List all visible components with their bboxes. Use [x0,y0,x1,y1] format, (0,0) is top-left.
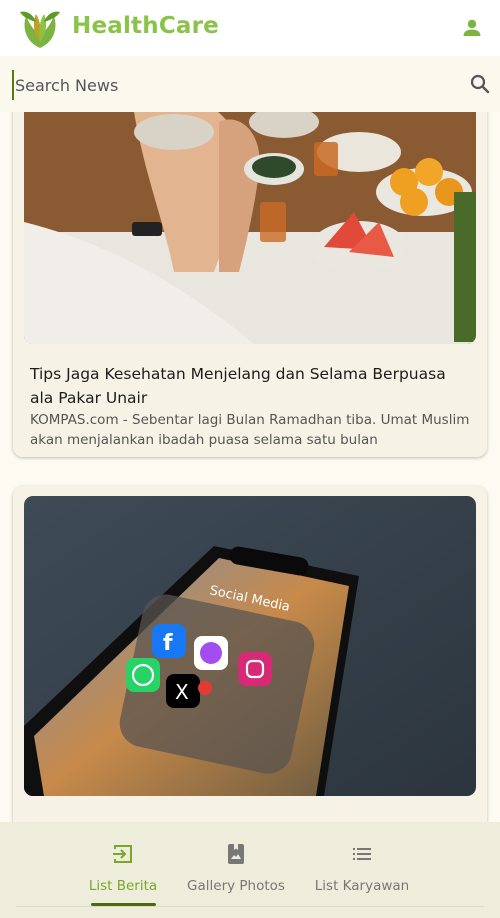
login-icon [113,845,132,863]
search-input[interactable] [12,70,457,100]
svg-text:f: f [163,631,173,656]
svg-text:X: X [175,680,189,704]
news-title: Tips Jaga Kesehatan Menjelang dan Selama… [30,365,446,407]
app-title: HealthCare [72,13,219,39]
photo-album-icon [228,844,244,864]
news-image-ramadan-meal [24,112,476,344]
divider [16,906,484,907]
news-card[interactable]: Social Media f X [13,486,487,822]
nav-list-karyawan[interactable]: List Karyawan [282,822,442,918]
search-icon[interactable] [468,72,492,96]
nav-label: List Karyawan [314,878,410,894]
news-image-social-media-phone: Social Media f X [24,496,476,796]
search-bar [0,56,500,112]
news-list[interactable]: Tips Jaga Kesehatan Menjelang dan Selama… [0,112,500,822]
bottom-navigation: List Berita Gallery Photos List Karyawan [0,822,500,918]
profile-icon[interactable] [460,16,484,40]
app-logo-icon [20,11,60,48]
news-card[interactable]: Tips Jaga Kesehatan Menjelang dan Selama… [13,112,487,457]
news-excerpt: KOMPAS.com - Sebentar lagi Bulan Ramadha… [30,412,470,448]
list-icon [353,848,371,860]
app-bar: HealthCare [0,0,500,56]
